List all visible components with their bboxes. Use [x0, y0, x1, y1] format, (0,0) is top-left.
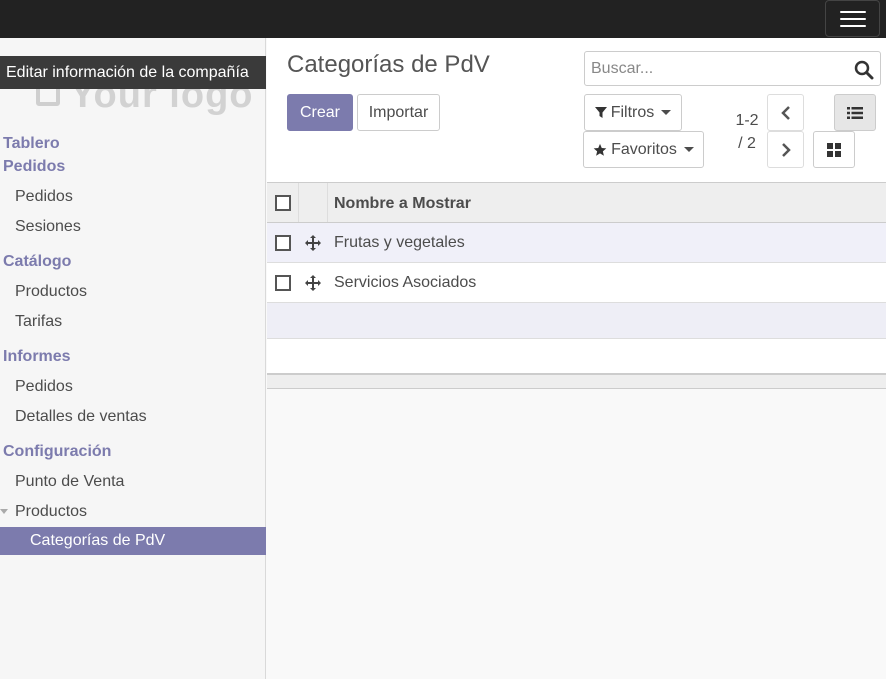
kanban-view-icon	[827, 142, 841, 157]
sidebar-item-productos[interactable]: Productos	[0, 277, 266, 307]
star-icon	[593, 143, 607, 156]
search-box	[584, 51, 881, 86]
table-header-row: Nombre a Mostrar	[267, 182, 886, 223]
empty-row	[267, 303, 886, 339]
empty-row	[267, 339, 886, 375]
sidebar-item-punto-de-venta[interactable]: Punto de Venta	[0, 467, 266, 497]
sidebar-item-sesiones[interactable]: Sesiones	[0, 212, 266, 242]
hamburger-bar	[839, 10, 866, 13]
logo-tooltip: Editar información de la compañía	[0, 56, 266, 89]
list-view-icon	[847, 106, 863, 119]
list-view-table: Nombre a Mostrar Frutas y vegetales Serv…	[267, 182, 886, 389]
kanban-view-button[interactable]	[813, 131, 855, 168]
sidebar-header-tablero[interactable]: Tablero	[0, 132, 266, 155]
sidebar-item-label: Productos	[15, 503, 88, 520]
sidebar-item-detalles-ventas[interactable]: Detalles de ventas	[0, 402, 266, 432]
column-divider	[298, 183, 299, 222]
drag-handle-icon[interactable]	[304, 274, 322, 292]
column-divider	[327, 183, 328, 222]
sidebar-header-catalogo[interactable]: Catálogo	[0, 250, 266, 273]
sidebar-item-tarifas[interactable]: Tarifas	[0, 307, 266, 337]
favorites-label: Favoritos	[611, 141, 677, 158]
pager-next-button[interactable]	[767, 131, 804, 168]
sidebar-item-informes-pedidos[interactable]: Pedidos	[0, 372, 266, 402]
row-checkbox[interactable]	[275, 235, 291, 251]
caret-down-icon	[683, 147, 694, 152]
hamburger-bar	[839, 17, 866, 20]
create-button[interactable]: Crear	[287, 94, 353, 131]
control-panel: Categorías de PdV Crear Importar Filtros	[267, 38, 886, 182]
column-header-display-name[interactable]: Nombre a Mostrar	[334, 183, 471, 224]
pager-value[interactable]: 1-2 / 2	[732, 109, 762, 155]
row-display-name: Servicios Asociados	[334, 274, 477, 291]
sidebar-item-config-productos[interactable]: Productos	[0, 497, 266, 527]
sidebar-header-informes[interactable]: Informes	[0, 345, 266, 368]
chevron-right-icon	[781, 142, 791, 157]
hamburger-bar	[839, 24, 866, 27]
sidebar-menu: Tablero Pedidos Pedidos Sesiones Catálog…	[0, 132, 266, 555]
hamburger-menu-button[interactable]	[825, 0, 880, 37]
main-content: Categorías de PdV Crear Importar Filtros	[267, 38, 886, 679]
top-navbar	[0, 0, 886, 38]
page-title: Categorías de PdV	[287, 51, 490, 78]
filters-button[interactable]: Filtros	[584, 94, 682, 131]
search-input[interactable]	[591, 58, 841, 80]
table-row[interactable]: Servicios Asociados	[267, 263, 886, 303]
pager-total: / 2	[738, 135, 756, 152]
sidebar-header-pedidos[interactable]: Pedidos	[0, 155, 266, 178]
filter-icon	[594, 106, 607, 118]
pager-range: 1-2	[735, 112, 759, 129]
chevron-left-icon	[780, 105, 790, 120]
sidebar-item-pedidos[interactable]: Pedidos	[0, 182, 266, 212]
caret-down-icon	[661, 110, 672, 115]
table-footer-row	[267, 375, 886, 389]
pager-previous-button[interactable]	[767, 94, 804, 131]
drag-handle-icon[interactable]	[304, 234, 322, 252]
favorites-button[interactable]: Favoritos	[583, 131, 704, 168]
company-logo[interactable]: Your logo Editar información de la compa…	[0, 52, 266, 122]
filters-label: Filtros	[610, 104, 655, 121]
expand-caret-icon	[0, 509, 8, 514]
import-button[interactable]: Importar	[357, 94, 440, 131]
table-row[interactable]: Frutas y vegetales	[267, 223, 886, 263]
select-all-checkbox[interactable]	[275, 195, 291, 211]
row-checkbox[interactable]	[275, 275, 291, 291]
list-view-button[interactable]	[834, 94, 876, 131]
sidebar-item-categorias-pdv[interactable]: Categorías de PdV	[0, 527, 266, 555]
row-display-name: Frutas y vegetales	[334, 234, 465, 251]
search-icon[interactable]	[854, 60, 874, 80]
sidebar: Your logo Editar información de la compa…	[0, 38, 266, 679]
sidebar-header-configuracion[interactable]: Configuración	[0, 440, 266, 463]
